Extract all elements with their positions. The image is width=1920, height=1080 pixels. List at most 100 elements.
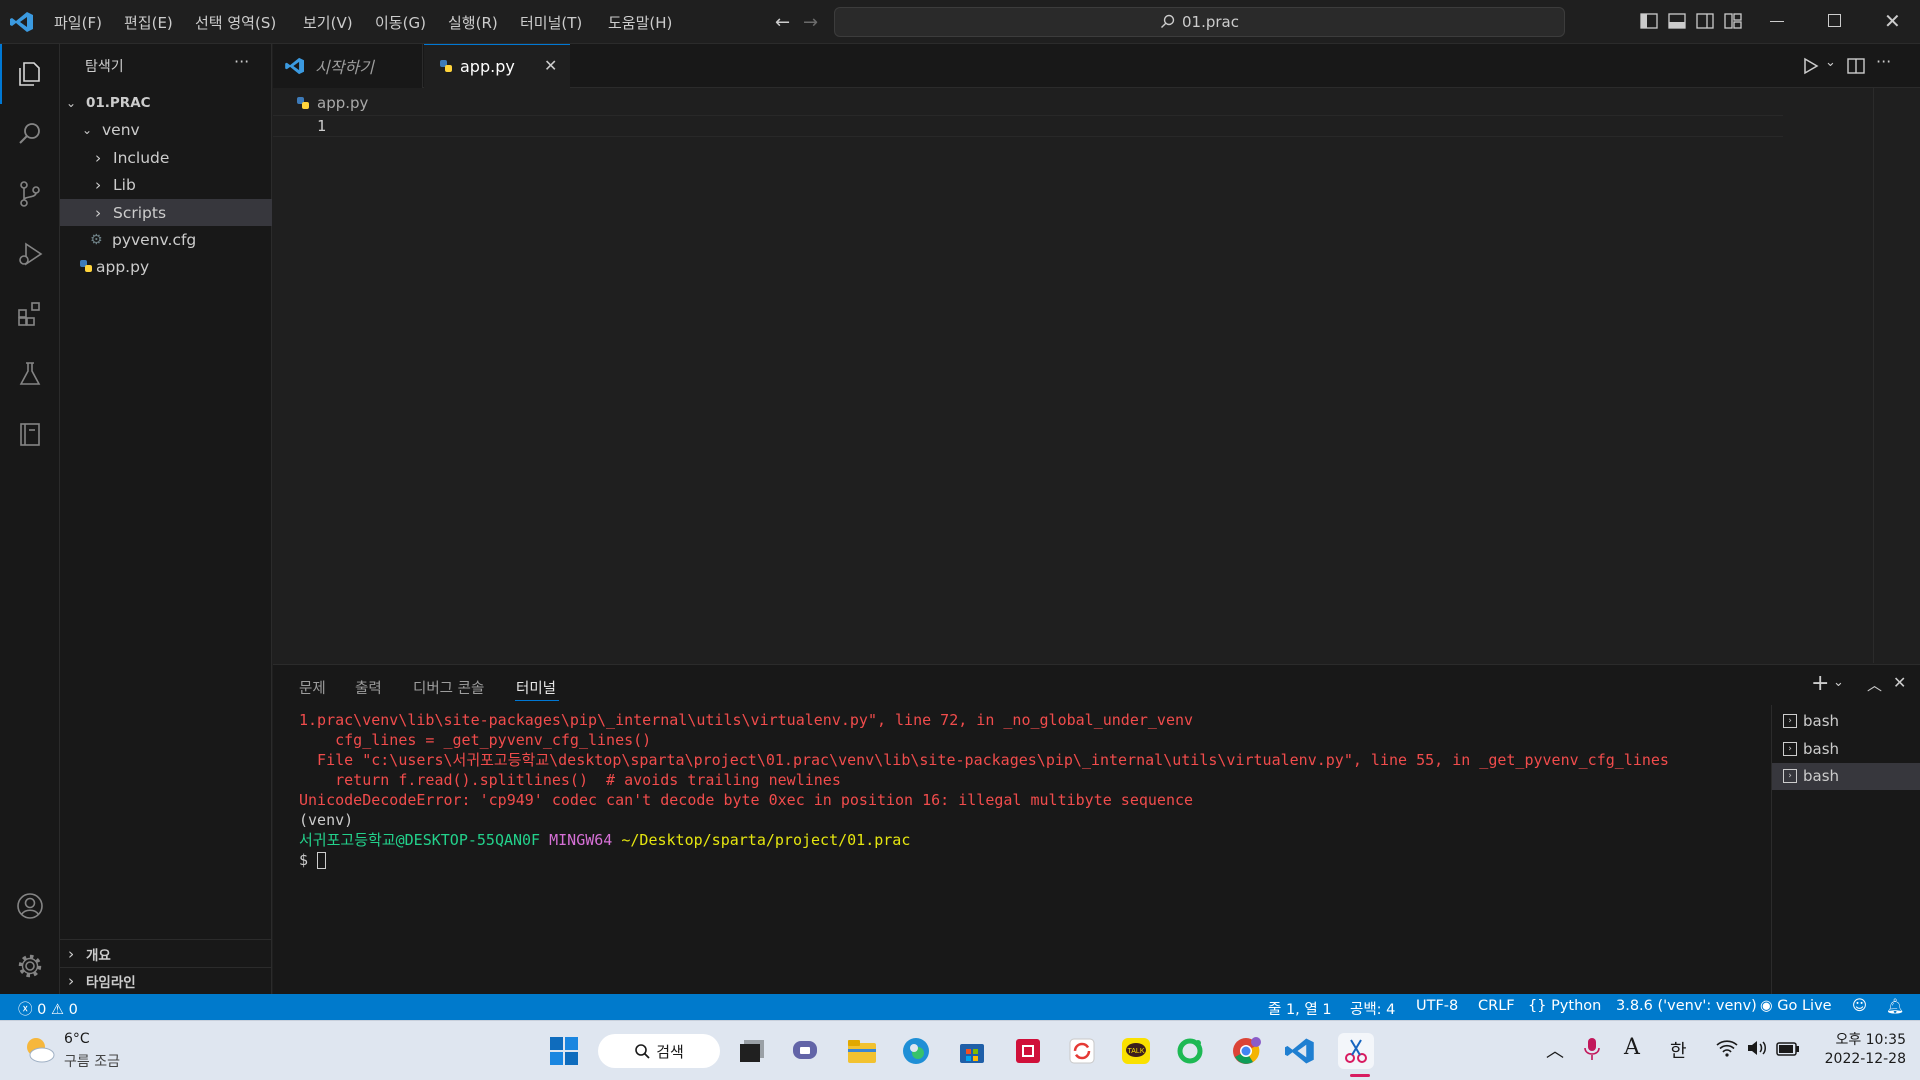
battery-icon[interactable] [1776,1041,1800,1060]
command-center-search[interactable]: 01.prac [834,7,1565,37]
timeline-label: 타임라인 [86,974,136,991]
menu-terminal[interactable]: 터미널(T) [520,12,582,33]
tree-item-pyvenv-cfg[interactable]: ⚙ pyvenv.cfg [60,226,272,253]
snipping-tool-icon[interactable] [1338,1033,1374,1069]
problems-status[interactable]: ⓧ 0 ⚠ 0 [18,998,78,1019]
wifi-icon[interactable] [1716,1039,1738,1061]
panel-tab-problems[interactable]: 문제 [299,677,326,698]
close-panel-icon[interactable]: ✕ [1893,673,1906,692]
explorer-sidebar: 탐색기 ··· ⌄ 01.PRAC ⌄ venv › Include › Lib… [60,44,272,994]
tree-root[interactable]: ⌄ 01.PRAC [60,89,272,116]
menu-run[interactable]: 실행(R) [448,12,498,33]
task-view-icon[interactable] [734,1033,770,1069]
maximize-panel-icon[interactable]: ︿ [1867,674,1882,695]
show-hidden-icons-icon[interactable]: ︿ [1546,1037,1564,1063]
notebook-icon[interactable] [0,404,60,464]
breadcrumb[interactable]: app.py [297,94,368,112]
panel-tab-output[interactable]: 출력 [355,677,382,698]
menu-edit[interactable]: 편집(E) [124,12,173,33]
chrome-browser-icon[interactable] [1228,1033,1264,1069]
feedback-icon[interactable]: ☺ [1852,998,1867,1014]
menu-selection[interactable]: 선택 영역(S) [195,12,276,33]
weather-icon[interactable] [22,1033,56,1067]
toggle-panel-icon[interactable] [1668,13,1686,33]
teams-chat-icon[interactable] [788,1033,824,1069]
timeline-section[interactable]: › 타임라인 [60,967,272,994]
code-editor[interactable]: app.py 1 [273,88,1920,663]
vscode-taskbar-icon[interactable] [1282,1033,1318,1069]
menu-view[interactable]: 보기(V) [303,12,353,33]
chevron-right-icon: › [95,175,102,194]
terminal-line: File "c:\users\서귀포고등학교\desktop\sparta\pr… [299,751,1669,769]
restore-icon[interactable] [1828,14,1841,27]
terminal-input-line[interactable]: $ [299,850,327,870]
taskbar-search-box[interactable]: 검색 [598,1034,720,1068]
outline-section[interactable]: › 개요 [60,940,272,967]
forward-arrow-icon[interactable]: → [803,12,818,33]
minimize-icon[interactable] [1770,21,1784,22]
extensions-icon[interactable] [0,284,60,344]
menu-help[interactable]: 도움말(H) [608,12,672,33]
sync-app-icon[interactable] [1064,1033,1100,1069]
split-editor-icon[interactable] [1847,57,1865,79]
run-debug-icon[interactable] [0,224,60,284]
volume-icon[interactable] [1746,1039,1768,1061]
python-interpreter[interactable]: 3.8.6 ('venv': venv) [1616,998,1757,1014]
microsoft-store-icon[interactable] [954,1033,990,1069]
kakaotalk-icon[interactable]: TALK [1118,1033,1154,1069]
tree-item-scripts[interactable]: › Scripts [60,199,272,226]
outline-label: 개요 [86,947,111,964]
encoding[interactable]: UTF-8 [1416,998,1458,1014]
explorer-icon[interactable] [0,44,60,104]
search-sidebar-icon[interactable] [0,104,60,164]
toggle-primary-sidebar-icon[interactable] [1640,13,1658,33]
run-python-icon[interactable] [1803,57,1819,79]
notifications-bell-icon[interactable]: 🔔︎ [1886,998,1904,1015]
python-file-icon [297,97,309,109]
close-tab-icon[interactable]: ✕ [544,56,557,75]
settings-gear-icon[interactable] [0,936,60,996]
tree-item-lib[interactable]: › Lib [60,171,272,198]
terminal-tab-bash-3[interactable]: › bash [1783,764,1839,788]
tree-item-app-py[interactable]: app.py [60,253,272,280]
menu-go[interactable]: 이동(G) [375,12,426,33]
line-ending[interactable]: CRLF [1478,998,1515,1014]
terminal-tab-bash-1[interactable]: › bash [1783,709,1839,733]
customize-layout-icon[interactable] [1724,13,1742,33]
close-window-icon[interactable]: ✕ [1884,9,1901,33]
tree-item-include[interactable]: › Include [60,144,272,171]
go-live-button[interactable]: ◉ Go Live [1760,998,1832,1014]
cursor-position[interactable]: 줄 1, 열 1 [1268,998,1332,1019]
clock-time[interactable]: 오후 10:35 [1826,1029,1906,1049]
microphone-icon[interactable] [1584,1037,1600,1065]
green-ring-app-icon[interactable] [1172,1033,1208,1069]
tab-app-py[interactable]: app.py ✕ [424,44,570,88]
red-app-icon[interactable] [1010,1033,1046,1069]
new-terminal-plus-icon[interactable]: + [1811,671,1829,696]
edge-browser-icon[interactable] [898,1033,934,1069]
ime-hangul-indicator[interactable]: 한 [1670,1037,1687,1063]
terminal-tab-bash-2[interactable]: › bash [1783,737,1839,761]
more-actions-icon[interactable]: ··· [234,52,249,71]
indentation[interactable]: 공백: 4 [1350,998,1395,1019]
tab-welcome[interactable]: 시작하기 [273,44,423,88]
testing-flask-icon[interactable] [0,344,60,404]
language-label: Python [1551,998,1602,1014]
tree-item-venv[interactable]: ⌄ venv [60,116,272,143]
panel-tab-debug-console[interactable]: 디버그 콘솔 [413,677,484,698]
windows-start-icon[interactable] [546,1033,582,1069]
language-mode[interactable]: {} Python [1528,998,1601,1014]
toggle-secondary-sidebar-icon[interactable] [1696,13,1714,33]
clock-date[interactable]: 2022-12-28 [1816,1051,1906,1067]
back-arrow-icon[interactable]: ← [775,12,790,33]
editor-more-icon[interactable]: ··· [1876,52,1891,71]
python-file-icon [80,258,96,276]
file-explorer-icon[interactable] [844,1033,880,1069]
menu-file[interactable]: 파일(F) [54,12,102,33]
terminal-dropdown-icon[interactable]: ⌄ [1833,675,1844,690]
accounts-icon[interactable] [0,876,60,936]
source-control-icon[interactable] [0,164,60,224]
ime-mode-indicator[interactable]: A [1624,1035,1640,1060]
panel-tab-terminal[interactable]: 터미널 [516,677,556,698]
run-options-chevron-icon[interactable]: ⌄ [1825,55,1836,70]
